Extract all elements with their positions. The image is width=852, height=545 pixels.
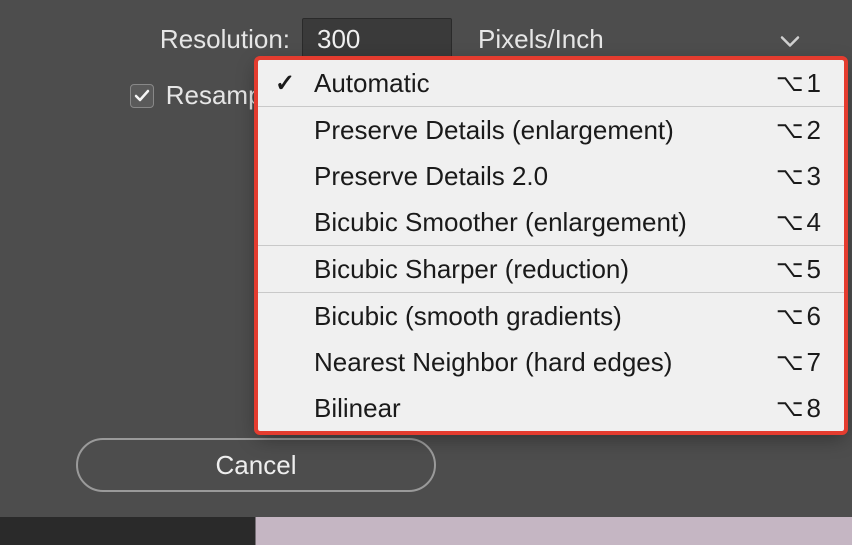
shortcut-number: 7	[807, 347, 822, 378]
menu-item-shortcut: ⌥4	[776, 207, 822, 238]
shortcut-number: 3	[807, 161, 822, 192]
option-key-icon: ⌥	[776, 302, 805, 331]
cancel-button[interactable]: Cancel	[76, 438, 436, 492]
menu-item-label: Bilinear	[314, 393, 760, 424]
resample-row: Resample:	[0, 80, 290, 111]
menu-group: Preserve Details (enlargement)⌥2Preserve…	[258, 106, 844, 245]
menu-item-shortcut: ⌥1	[776, 68, 822, 99]
menu-item-shortcut: ⌥8	[776, 393, 822, 424]
chevron-down-icon	[780, 24, 800, 55]
option-key-icon: ⌥	[776, 69, 805, 98]
menu-item-shortcut: ⌥7	[776, 347, 822, 378]
menu-group: ✓ Automatic ⌥1	[258, 60, 844, 106]
shortcut-number: 1	[807, 68, 822, 99]
menu-item-label: Automatic	[314, 68, 760, 99]
window-edge	[0, 517, 852, 545]
menu-item-label: Bicubic Smoother (enlargement)	[314, 207, 760, 238]
shortcut-number: 2	[807, 115, 822, 146]
menu-item-shortcut: ⌥6	[776, 301, 822, 332]
cancel-button-label: Cancel	[216, 450, 297, 481]
menu-group: Bicubic Sharper (reduction) ⌥5	[258, 245, 844, 292]
option-key-icon: ⌥	[776, 348, 805, 377]
shortcut-number: 6	[807, 301, 822, 332]
menu-item-label: Preserve Details 2.0	[314, 161, 760, 192]
resolution-unit-select[interactable]: Pixels/Inch	[464, 18, 814, 60]
menu-item[interactable]: Bicubic (smooth gradients) ⌥6	[258, 293, 844, 339]
check-icon: ✓	[272, 69, 298, 98]
resolution-label: Resolution:	[0, 24, 290, 55]
resolution-row: Resolution: Pixels/Inch	[0, 18, 830, 60]
menu-item-shortcut: ⌥3	[776, 161, 822, 192]
menu-item[interactable]: Preserve Details 2.0 ⌥3	[258, 153, 844, 199]
menu-item-label: Preserve Details (enlargement)	[314, 115, 760, 146]
menu-item-shortcut: ⌥2	[776, 115, 822, 146]
resolution-unit-value: Pixels/Inch	[478, 24, 604, 55]
menu-item[interactable]: Preserve Details (enlargement) ⌥2	[258, 107, 844, 153]
menu-item[interactable]: Nearest Neighbor (hard edges) ⌥7	[258, 339, 844, 385]
menu-item-shortcut: ⌥5	[776, 254, 822, 285]
resolution-input[interactable]	[302, 18, 452, 60]
menu-item[interactable]: Bilinear ⌥8	[258, 385, 844, 431]
resample-checkbox[interactable]	[130, 84, 154, 108]
menu-item-label: Nearest Neighbor (hard edges)	[314, 347, 760, 378]
menu-item[interactable]: Bicubic Smoother (enlargement) ⌥4	[258, 199, 844, 245]
resample-method-menu: ✓Automatic⌥1Preserve Details (enlargemen…	[258, 60, 844, 431]
option-key-icon: ⌥	[776, 116, 805, 145]
menu-item[interactable]: Bicubic Sharper (reduction) ⌥5	[258, 246, 844, 292]
option-key-icon: ⌥	[776, 162, 805, 191]
menu-item[interactable]: ✓ Automatic ⌥1	[258, 60, 844, 106]
option-key-icon: ⌥	[776, 394, 805, 423]
shortcut-number: 8	[807, 393, 822, 424]
menu-item-label: Bicubic (smooth gradients)	[314, 301, 760, 332]
menu-item-label: Bicubic Sharper (reduction)	[314, 254, 760, 285]
check-icon	[133, 87, 151, 105]
shortcut-number: 5	[807, 254, 822, 285]
option-key-icon: ⌥	[776, 255, 805, 284]
menu-group: Bicubic (smooth gradients)⌥6Nearest Neig…	[258, 292, 844, 431]
option-key-icon: ⌥	[776, 208, 805, 237]
shortcut-number: 4	[807, 207, 822, 238]
